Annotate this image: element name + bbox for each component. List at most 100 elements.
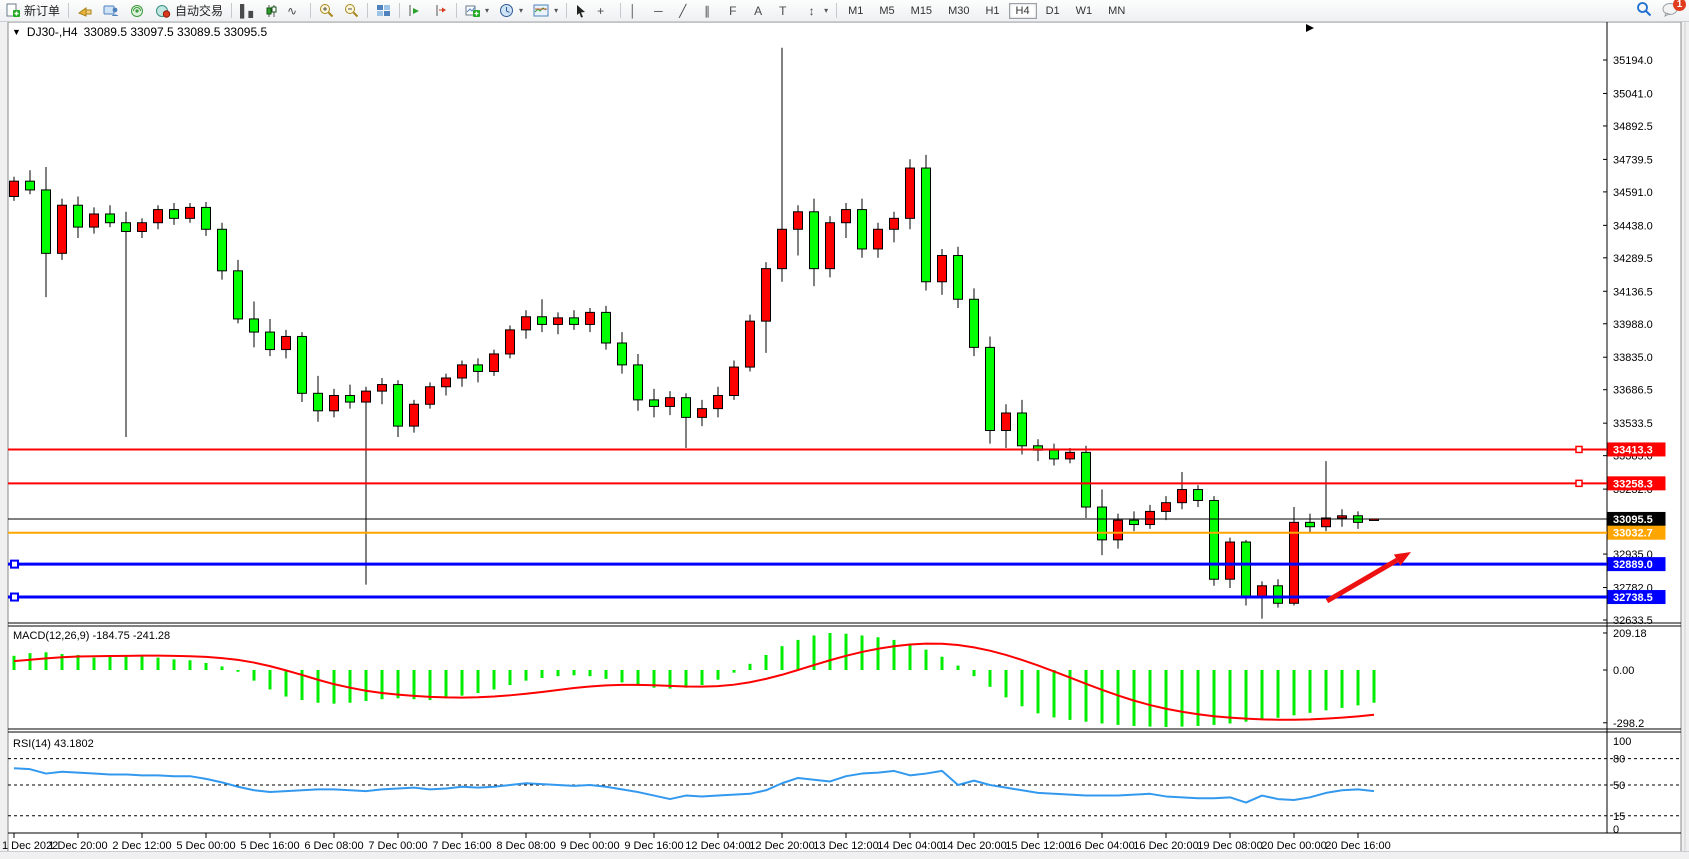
templates-icon[interactable]: ▾ bbox=[528, 1, 563, 21]
svg-text:33533.5: 33533.5 bbox=[1613, 418, 1653, 430]
search-icon[interactable] bbox=[1636, 1, 1652, 20]
notifications-button[interactable]: 1 bbox=[1662, 2, 1679, 20]
symbol-period-label: DJ30-,H4 bbox=[27, 25, 78, 39]
zoom-out-icon[interactable] bbox=[339, 1, 364, 21]
svg-text:32633.5: 32633.5 bbox=[1613, 615, 1653, 627]
window-bottom-strip bbox=[0, 851, 1689, 859]
signals-button[interactable] bbox=[124, 1, 150, 21]
chart-window-frame bbox=[8, 22, 1681, 852]
text-tool-icon[interactable]: A bbox=[749, 1, 774, 21]
toolbar-separator bbox=[231, 3, 232, 18]
svg-text:33988.0: 33988.0 bbox=[1613, 319, 1653, 331]
candle bbox=[1082, 446, 1091, 518]
horizontal-line-tool-icon[interactable]: ─ bbox=[649, 1, 674, 21]
terminal-icon bbox=[103, 4, 119, 18]
toolbar-separator bbox=[456, 3, 457, 18]
svg-text:80: 80 bbox=[1613, 754, 1625, 766]
toolbar-separator bbox=[367, 3, 368, 18]
chart-shift-icon[interactable] bbox=[428, 1, 453, 21]
toolbar-separator bbox=[399, 3, 400, 18]
cursor-tool-icon[interactable] bbox=[570, 1, 592, 21]
svg-text:15: 15 bbox=[1613, 811, 1625, 823]
svg-text:33835.0: 33835.0 bbox=[1613, 352, 1653, 364]
candle bbox=[906, 159, 915, 229]
candle bbox=[506, 326, 515, 359]
text-label-tool-icon[interactable]: T bbox=[774, 1, 799, 21]
toolbar-separator bbox=[310, 3, 311, 18]
channel-tool-icon[interactable]: ∥ bbox=[699, 1, 724, 21]
price-line-label: 32889.0 bbox=[1613, 559, 1653, 571]
line-chart-icon[interactable]: ∿ bbox=[282, 1, 307, 21]
timeframe-d1[interactable]: D1 bbox=[1039, 3, 1067, 19]
price-line-label: 33032.7 bbox=[1613, 528, 1653, 540]
indicators-icon[interactable]: ▾ bbox=[460, 1, 494, 21]
collapse-triangle-icon[interactable]: ▼ bbox=[12, 27, 21, 37]
svg-text:209.18: 209.18 bbox=[1613, 628, 1647, 640]
svg-text:33686.5: 33686.5 bbox=[1613, 385, 1653, 397]
tile-windows-icon[interactable] bbox=[371, 1, 396, 21]
timeframe-h4[interactable]: H4 bbox=[1009, 3, 1037, 19]
zoom-in-icon[interactable] bbox=[314, 1, 339, 21]
autoscroll-icon[interactable] bbox=[403, 1, 428, 21]
autotrade-label: 自动交易 bbox=[175, 2, 223, 19]
svg-text:-298.2: -298.2 bbox=[1613, 718, 1644, 730]
candle bbox=[954, 247, 963, 308]
new-order-label: 新订单 bbox=[24, 2, 60, 19]
svg-text:0.00: 0.00 bbox=[1613, 665, 1634, 677]
toolbar-separator bbox=[836, 3, 837, 18]
toolbar-separator bbox=[620, 3, 621, 18]
terminal-button[interactable] bbox=[98, 1, 124, 21]
price-line-label: 33413.3 bbox=[1613, 444, 1653, 456]
bar-chart-icon[interactable]: ▌▖ bbox=[235, 1, 260, 21]
candle bbox=[218, 223, 227, 280]
timeframe-m1[interactable]: M1 bbox=[841, 3, 870, 19]
arrows-glyph: ↕ bbox=[804, 4, 819, 18]
svg-text:34892.5: 34892.5 bbox=[1613, 121, 1653, 133]
timeframe-h1[interactable]: H1 bbox=[978, 3, 1006, 19]
timeframe-w1[interactable]: W1 bbox=[1069, 3, 1100, 19]
timeframe-m15[interactable]: M15 bbox=[904, 3, 939, 19]
horn-icon bbox=[77, 4, 93, 18]
chevron-down-icon: ▾ bbox=[824, 6, 828, 15]
signal-icon bbox=[129, 4, 145, 18]
candle bbox=[922, 155, 931, 291]
new-order-button[interactable]: 新订单 bbox=[0, 1, 65, 21]
candle bbox=[602, 306, 611, 350]
timeframe-mn[interactable]: MN bbox=[1101, 3, 1132, 19]
svg-text:100: 100 bbox=[1613, 736, 1631, 748]
vertical-line-tool-icon[interactable]: │ bbox=[624, 1, 649, 21]
market-watch-button[interactable] bbox=[72, 1, 98, 21]
svg-text:34739.5: 34739.5 bbox=[1613, 154, 1653, 166]
candle bbox=[58, 199, 67, 260]
notification-badge: 1 bbox=[1673, 0, 1686, 11]
fibonacci-tool-icon[interactable]: F bbox=[724, 1, 749, 21]
chevron-down-icon: ▾ bbox=[554, 6, 558, 15]
chevron-down-icon: ▾ bbox=[519, 6, 523, 15]
svg-text:35041.0: 35041.0 bbox=[1613, 88, 1653, 100]
main-toolbar: 新订单 bbox=[0, 0, 1689, 22]
timeframe-m30[interactable]: M30 bbox=[941, 3, 976, 19]
candle bbox=[298, 332, 307, 402]
arrows-tool-icon[interactable]: ↕ ▾ bbox=[799, 1, 833, 21]
macd-indicator-label: MACD(12,26,9) -184.75 -241.28 bbox=[13, 630, 170, 642]
svg-text:34591.0: 34591.0 bbox=[1613, 187, 1653, 199]
timeframe-m5[interactable]: M5 bbox=[872, 3, 901, 19]
chart-canvas[interactable]: 35194.035041.034892.534739.534591.034438… bbox=[0, 0, 1689, 859]
svg-text:0: 0 bbox=[1613, 824, 1619, 836]
autotrade-icon bbox=[155, 4, 171, 18]
candlestick-chart-icon[interactable] bbox=[260, 1, 282, 21]
crosshair-tool-icon[interactable]: + bbox=[592, 1, 617, 21]
candle bbox=[1210, 496, 1219, 586]
toolbar-separator bbox=[68, 3, 69, 18]
price-line-label: 33095.5 bbox=[1613, 514, 1653, 526]
ohlc-values-label: 33089.5 33097.5 33089.5 33095.5 bbox=[84, 25, 268, 39]
trendline-tool-icon[interactable]: ╱ bbox=[674, 1, 699, 21]
svg-text:50: 50 bbox=[1613, 780, 1625, 792]
autotrading-button[interactable]: 自动交易 bbox=[150, 1, 228, 21]
periods-icon[interactable]: ▾ bbox=[494, 1, 528, 21]
candle bbox=[986, 336, 995, 443]
chevron-down-icon: ▾ bbox=[485, 6, 489, 15]
chart-title-bar[interactable]: ▼ DJ30-,H4 33089.5 33097.5 33089.5 33095… bbox=[12, 25, 267, 39]
candle bbox=[426, 382, 435, 408]
price-line-label: 33258.3 bbox=[1613, 478, 1653, 490]
